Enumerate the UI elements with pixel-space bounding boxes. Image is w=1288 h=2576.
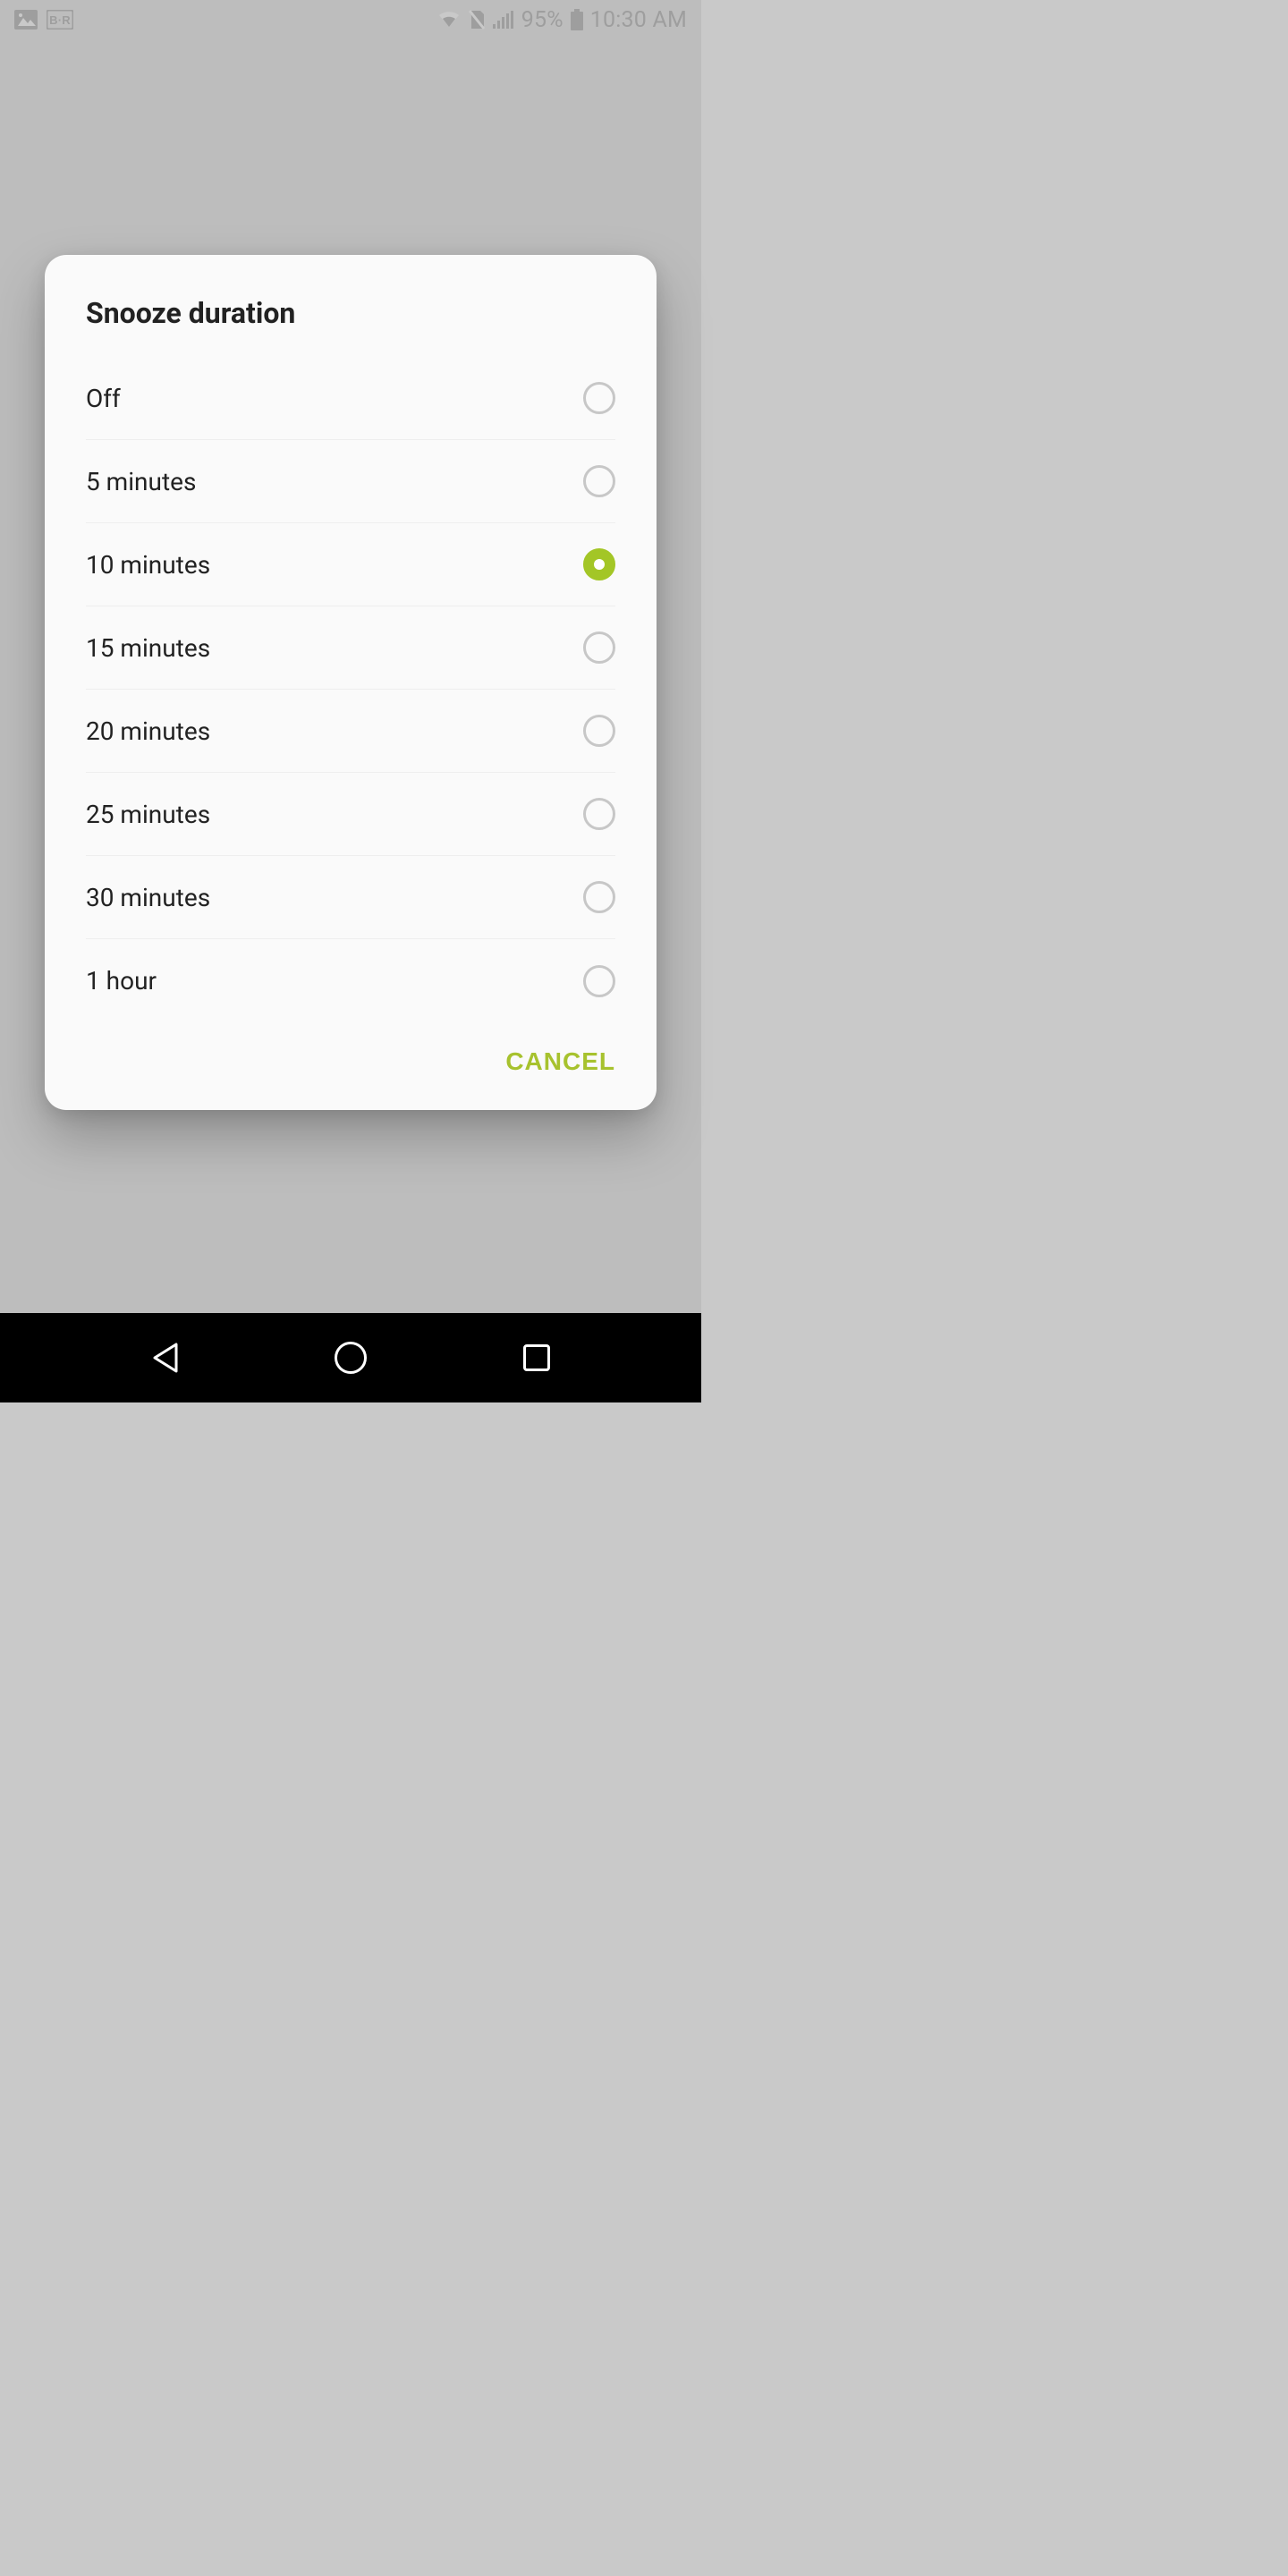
back-button[interactable] [138,1331,191,1385]
dialog-actions: CANCEL [45,1022,657,1092]
option-row[interactable]: 15 minutes [86,606,615,690]
battery-percent: 95% [521,7,564,33]
recent-apps-button[interactable] [510,1331,564,1385]
option-label: 1 hour [86,966,583,996]
option-label: 5 minutes [86,467,583,496]
photos-icon [14,10,38,30]
cancel-button[interactable]: CANCEL [505,1047,615,1076]
radio-unselected-icon[interactable] [583,881,615,913]
wifi-icon [437,11,461,29]
option-row[interactable]: 10 minutes [86,523,615,606]
signal-icon [493,11,514,29]
option-row[interactable]: 25 minutes [86,773,615,856]
option-label: 25 minutes [86,800,583,829]
option-row[interactable]: Off [86,357,615,440]
radio-unselected-icon[interactable] [583,965,615,997]
status-bar: B·R 95% 10:30 AM [0,0,701,39]
option-label: 15 minutes [86,633,583,663]
radio-selected-icon[interactable] [583,548,615,580]
radio-unselected-icon[interactable] [583,631,615,664]
battery-icon [571,9,583,30]
option-row[interactable]: 30 minutes [86,856,615,939]
home-button[interactable] [324,1331,377,1385]
option-list: Off 5 minutes 10 minutes 15 minutes 20 minut… [45,357,657,1022]
svg-text:B·R: B·R [49,13,71,27]
option-row[interactable]: 5 minutes [86,440,615,523]
sim-off-icon [468,9,486,30]
option-label: 20 minutes [86,716,583,746]
option-label: Off [86,384,583,413]
navigation-bar [0,1313,701,1402]
option-label: 30 minutes [86,883,583,912]
radio-unselected-icon[interactable] [583,465,615,497]
dialog-title: Snooze duration [45,255,657,357]
option-row[interactable]: 1 hour [86,939,615,1022]
radio-unselected-icon[interactable] [583,382,615,414]
radio-unselected-icon[interactable] [583,715,615,747]
clock-time: 10:30 AM [590,7,687,33]
br-icon: B·R [47,10,73,30]
option-row[interactable]: 20 minutes [86,690,615,773]
snooze-duration-dialog: Snooze duration Off 5 minutes 10 minutes 15… [45,255,657,1110]
option-label: 10 minutes [86,550,583,580]
radio-unselected-icon[interactable] [583,798,615,830]
